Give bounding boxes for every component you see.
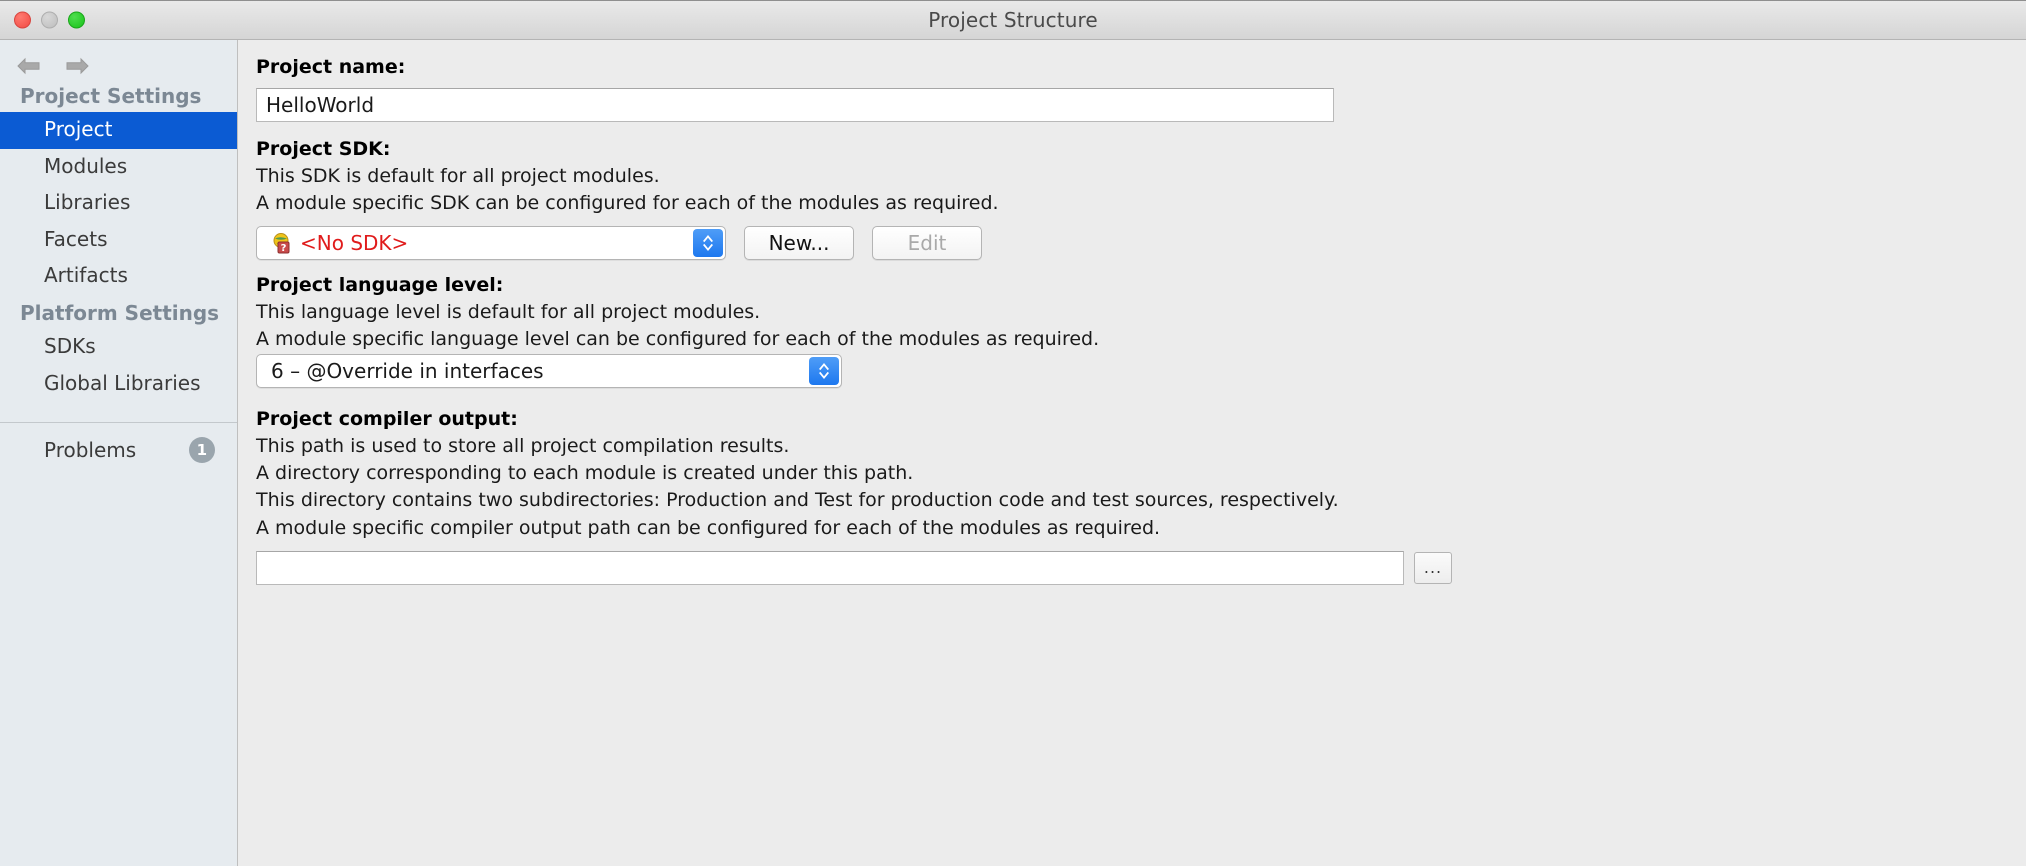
sidebar-item-global-libraries[interactable]: Global Libraries (0, 366, 237, 403)
project-name-input[interactable]: HelloWorld (256, 88, 1334, 122)
settings-sidebar: Project Settings Project Modules Librari… (0, 40, 238, 866)
zoom-window-button[interactable] (68, 11, 85, 29)
project-sdk-stepper[interactable] (693, 229, 723, 258)
project-compiler-output-row: ... (256, 550, 2026, 585)
sidebar-item-project[interactable]: Project (0, 112, 237, 149)
close-window-button[interactable] (14, 11, 31, 29)
project-language-level-description-line-1: This language level is default for all p… (256, 301, 761, 324)
project-compiler-output-description-line-2: A directory corresponding to each module… (256, 462, 914, 485)
arrow-left-icon (16, 56, 42, 76)
project-sdk-value: <No SDK> (300, 231, 409, 256)
sidebar-section-platform-settings: Platform Settings (20, 300, 220, 325)
project-compiler-output-description-line-3: This directory contains two subdirectori… (256, 489, 1339, 512)
sidebar-nav-arrows (0, 40, 237, 78)
new-sdk-button[interactable]: New... (744, 226, 854, 261)
project-sdk-combobox[interactable]: ? <No SDK> (256, 226, 726, 261)
project-language-level-combobox[interactable]: 6 – @Override in interfaces (256, 354, 842, 389)
project-compiler-output-group: Project compiler output: This path is us… (238, 408, 2026, 585)
traffic-light-group (14, 11, 85, 29)
edit-sdk-button[interactable]: Edit (872, 226, 982, 261)
svg-text:?: ? (281, 243, 287, 254)
project-settings-panel: Project name: HelloWorld Project SDK: Th… (238, 40, 2026, 866)
project-sdk-label: Project SDK: (256, 138, 391, 160)
window-body: Project Settings Project Modules Librari… (0, 40, 2026, 866)
up-down-stepper-icon (700, 231, 716, 255)
project-sdk-description-line-2: A module specific SDK can be configured … (256, 192, 999, 215)
unknown-sdk-icon: ? (271, 232, 293, 254)
project-language-level-stepper[interactable] (809, 357, 839, 386)
project-compiler-output-label: Project compiler output: (256, 408, 518, 431)
arrow-right-icon (64, 56, 90, 76)
window-title: Project Structure (928, 8, 1098, 32)
up-down-stepper-icon (816, 359, 832, 383)
project-sdk-controls-row: ? <No SDK> New... Edit (256, 226, 2026, 261)
sidebar-item-sdks[interactable]: SDKs (0, 329, 237, 366)
project-sdk-description-line-1: This SDK is default for all project modu… (256, 165, 660, 187)
project-name-group: Project name: HelloWorld (238, 56, 2026, 122)
sidebar-item-libraries[interactable]: Libraries (0, 185, 237, 222)
project-name-label: Project name: (256, 56, 406, 78)
project-compiler-output-input[interactable] (256, 550, 1404, 585)
back-button[interactable] (14, 53, 44, 79)
browse-compiler-output-button[interactable]: ... (1414, 551, 1452, 584)
sidebar-item-artifacts[interactable]: Artifacts (0, 258, 237, 295)
minimize-window-button[interactable] (41, 11, 58, 29)
project-sdk-group: Project SDK: This SDK is default for all… (238, 138, 2026, 261)
project-language-level-group: Project language level: This language le… (238, 274, 2026, 389)
sidebar-item-facets[interactable]: Facets (0, 222, 237, 259)
title-bar: Project Structure (0, 0, 2026, 40)
problems-count-badge: 1 (188, 437, 215, 464)
forward-button[interactable] (62, 53, 92, 79)
problems-label: Problems (44, 438, 137, 463)
project-compiler-output-description-line-4: A module specific compiler output path c… (256, 516, 1161, 539)
project-compiler-output-description-line-1: This path is used to store all project c… (256, 435, 790, 458)
project-language-level-value: 6 – @Override in interfaces (271, 359, 544, 384)
project-language-level-label: Project language level: (256, 274, 504, 297)
project-language-level-description-line-2: A module specific language level can be … (256, 328, 1100, 351)
sidebar-item-modules[interactable]: Modules (0, 149, 237, 186)
sidebar-item-problems[interactable]: Problems 1 (0, 423, 237, 464)
sidebar-section-project-settings: Project Settings (20, 84, 202, 108)
project-structure-window: Project Structure Project Settings Proje… (0, 0, 2026, 866)
